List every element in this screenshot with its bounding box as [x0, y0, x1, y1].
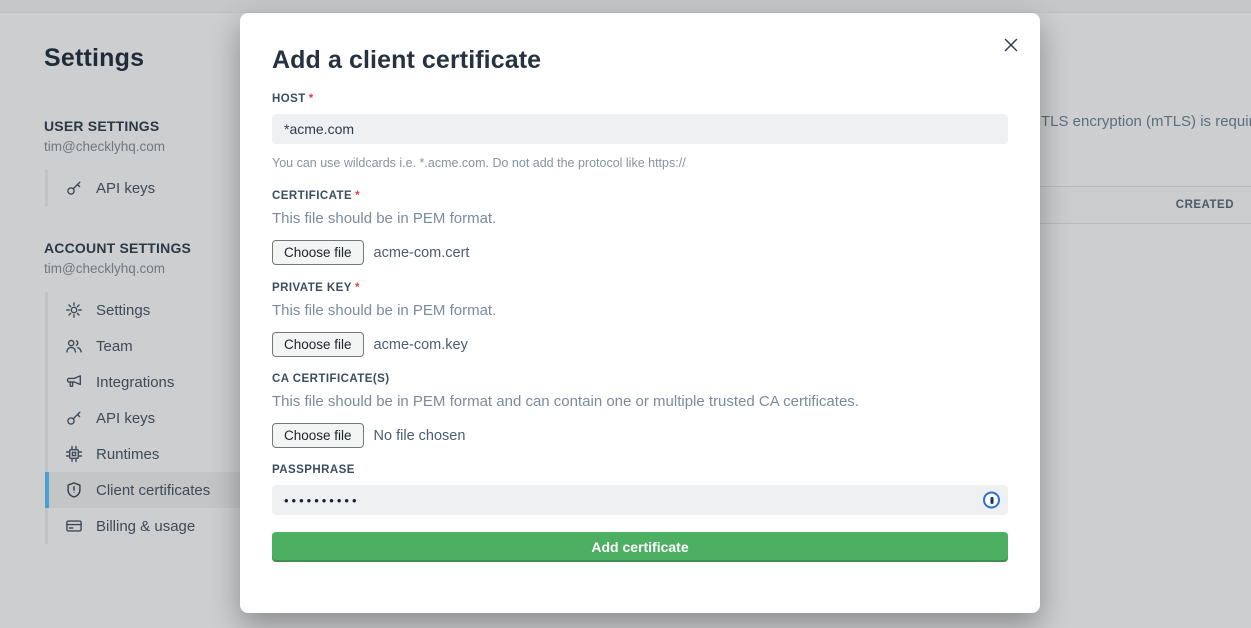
- passphrase-input[interactable]: [272, 485, 1008, 515]
- passphrase-label: PASSPHRASE: [272, 464, 1008, 476]
- ca-certificate-choose-file-button[interactable]: Choose file: [272, 423, 364, 448]
- user-settings-email: tim@checklyhq.com: [44, 139, 165, 154]
- megaphone-icon: [65, 373, 83, 391]
- key-icon: [65, 179, 83, 197]
- add-client-certificate-modal: Add a client certificate HOST* You can u…: [240, 13, 1040, 613]
- private-key-label: PRIVATE KEY*: [272, 282, 1008, 294]
- add-certificate-button[interactable]: Add certificate: [272, 532, 1008, 562]
- shield-icon: [65, 481, 83, 499]
- certificate-label: CERTIFICATE*: [272, 190, 1008, 202]
- private-key-filename: acme-com.key: [374, 337, 468, 353]
- sidebar-item-api-keys[interactable]: API keys: [48, 400, 241, 436]
- sidebar-item-client-certificates[interactable]: Client certificates: [45, 472, 241, 508]
- sidebar-item-label: API keys: [96, 180, 155, 197]
- sidebar-item-label: API keys: [96, 410, 155, 427]
- ca-certificate-label: CA CERTIFICATE(S): [272, 373, 1008, 385]
- ca-certificate-file-row: Choose file No file chosen: [272, 423, 1008, 448]
- password-manager-icon[interactable]: [983, 492, 1000, 509]
- account-settings-email: tim@checklyhq.com: [44, 261, 165, 276]
- private-key-helper-text: This file should be in PEM format.: [272, 302, 1008, 319]
- credit-card-icon: [65, 517, 83, 535]
- certificate-helper-text: This file should be in PEM format.: [272, 210, 1008, 227]
- required-asterisk: *: [355, 190, 360, 202]
- chip-icon: [65, 445, 83, 463]
- sidebar-item-integrations[interactable]: Integrations: [48, 364, 241, 400]
- gear-icon: [65, 301, 83, 319]
- mtls-description-text: TLS encryption (mTLS) is require: [1041, 113, 1251, 130]
- sidebar-item-label: Runtimes: [96, 446, 159, 463]
- sidebar-item-settings[interactable]: Settings: [48, 292, 241, 328]
- sidebar-item-label: Settings: [96, 302, 150, 319]
- certificate-file-row: Choose file acme-com.cert: [272, 240, 1008, 265]
- private-key-choose-file-button[interactable]: Choose file: [272, 332, 364, 357]
- app-window: Settings USER SETTINGS tim@checklyhq.com…: [0, 0, 1251, 628]
- sidebar-item-label: Integrations: [96, 374, 174, 391]
- sidebar-item-billing[interactable]: Billing & usage: [48, 508, 241, 544]
- host-label: HOST*: [272, 93, 1008, 105]
- account-settings-nav: Settings Team Integrations API keys: [45, 292, 241, 544]
- required-asterisk: *: [355, 282, 360, 294]
- page-title: Settings: [44, 44, 144, 73]
- sidebar-item-label: Client certificates: [96, 482, 210, 499]
- private-key-file-row: Choose file acme-com.key: [272, 332, 1008, 357]
- close-icon[interactable]: [1001, 35, 1021, 55]
- sidebar-item-label: Team: [96, 338, 133, 355]
- required-asterisk: *: [309, 93, 314, 105]
- passphrase-field: [272, 485, 1008, 515]
- top-bar: [0, 0, 1251, 13]
- host-input[interactable]: [272, 114, 1008, 144]
- account-settings-heading: ACCOUNT SETTINGS: [44, 240, 191, 256]
- certificate-choose-file-button[interactable]: Choose file: [272, 240, 364, 265]
- sidebar-item-api-keys-user[interactable]: API keys: [48, 170, 241, 206]
- sidebar-item-team[interactable]: Team: [48, 328, 241, 364]
- host-helper-text: You can use wildcards i.e. *.acme.com. D…: [272, 156, 1008, 170]
- ca-certificate-helper-text: This file should be in PEM format and ca…: [272, 393, 1008, 410]
- user-settings-heading: USER SETTINGS: [44, 118, 159, 134]
- user-settings-nav: API keys: [45, 170, 241, 206]
- team-icon: [65, 337, 83, 355]
- key-icon: [65, 409, 83, 427]
- close-x-glyph: [1004, 38, 1018, 52]
- certificate-filename: acme-com.cert: [374, 245, 470, 261]
- sidebar-item-runtimes[interactable]: Runtimes: [48, 436, 241, 472]
- ca-certificate-filename: No file chosen: [374, 428, 466, 444]
- sidebar-item-label: Billing & usage: [96, 518, 195, 535]
- modal-title: Add a client certificate: [272, 13, 1008, 75]
- created-column-header: CREATED: [1176, 199, 1234, 211]
